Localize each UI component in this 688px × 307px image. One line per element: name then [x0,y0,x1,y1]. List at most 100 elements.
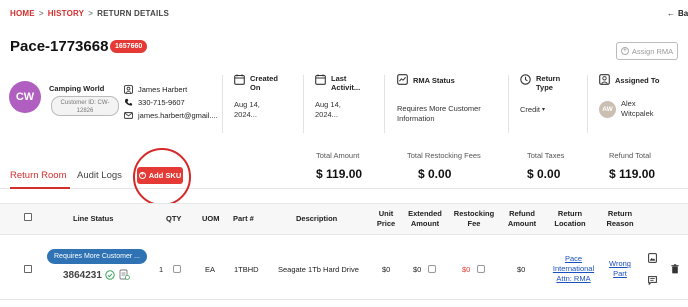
calendar-icon [315,74,326,92]
return-type-block: Return Type Credit ▾ [520,74,560,115]
created-on-label2: On [250,83,261,92]
divider [303,75,304,133]
return-reason-l1: Wrong [609,259,631,268]
contact-name: James Harbert [138,85,188,94]
trash-icon[interactable] [671,264,679,276]
tabs-divider [0,188,688,189]
row-unit-price: $0 [382,265,391,274]
user-icon [124,85,133,94]
breadcrumb-separator: > [88,9,94,18]
contact-phone[interactable]: 330-715-9607 [138,98,185,107]
row-uom: EA [205,265,216,274]
col-part: Part # [233,214,254,223]
active-tab-indicator [10,187,70,189]
assignee-name1: Alex [621,99,636,108]
divider [587,75,588,133]
refund-total-label: Refund Total [609,151,651,160]
col-return-location-l2: Location [554,219,586,228]
image-icon[interactable] [648,253,657,265]
customer-id-line1: Customer ID: CW- [60,100,110,106]
created-on-value1: Aug 14, [234,100,260,109]
row-description: Seagate 1Tb Hard Drive [278,265,359,274]
return-location-l3: Attn: RMA [556,274,591,283]
col-return-reason: Return Reason [602,209,638,229]
line-status-badge[interactable]: Requires More Customer ... [47,249,147,264]
rma-status-block: RMA Status Requires More Customer Inform… [397,74,481,124]
edit-icon[interactable] [477,265,485,273]
created-on-value2: 2024... [234,110,257,119]
col-return-reason-l1: Return [607,209,633,218]
assigned-to-block: Assigned To AW Alex Witcpalek [599,74,659,119]
customer-name: Camping World [49,84,105,93]
total-taxes-label: Total Taxes [527,151,565,160]
assigned-to-label: Assigned To [615,76,660,85]
plus-circle-icon: + [620,47,629,55]
tab-return-room[interactable]: Return Room [10,170,67,181]
tab-audit-logs[interactable]: Audit Logs [77,170,122,181]
col-restocking-fee: Restocking Fee [451,209,497,229]
page-title: Pace-1773668 [10,38,109,55]
rma-number-badge: 1657660 [110,40,148,53]
customer-id-pill: Customer ID: CW- 12826 [51,96,119,116]
col-restocking-l2: Fee [467,219,481,228]
row-qty: 1 [159,265,164,274]
row-refund-amount: $0 [517,265,526,274]
divider [384,75,385,133]
created-on-label1: Created [250,74,278,83]
mail-icon [124,111,133,120]
line-order-id: 3864231 [63,270,102,281]
row-part: 1TBHD [234,265,259,274]
breadcrumb-separator: > [38,9,44,18]
col-line-status: Line Status [73,214,114,223]
col-extended-l1: Extended [408,209,442,218]
col-extended-amount: Extended Amount [405,209,445,229]
row-return-location-link[interactable]: Pace International Attn: RMA [551,254,596,284]
check-circle-icon [105,270,115,282]
contact-block: James Harbert 330-715-9607 james.harbert… [124,83,218,122]
col-unit-price-l2: Price [376,219,396,228]
breadcrumb-home[interactable]: HOME [10,9,35,18]
divider [508,75,509,133]
col-extended-l2: Amount [410,219,440,228]
rma-status-label: RMA Status [413,76,455,85]
back-label: Back [678,9,688,18]
total-amount-value: $ 119.00 [316,167,363,181]
col-unit-price: Unit Price [372,209,400,229]
user-icon [599,74,610,87]
row-return-reason-link[interactable]: Wrong Part [606,259,634,279]
breadcrumb: HOME > HISTORY > RETURN DETAILS [10,9,169,18]
arrow-left-icon: ← [667,9,675,18]
total-restocking-label: Total Restocking Fees [407,151,481,160]
breadcrumb-history[interactable]: HISTORY [48,9,85,18]
assign-rma-label: Assign RMA [631,46,674,56]
contact-email[interactable]: james.harbert@gmail.... [138,111,218,120]
breadcrumb-current: RETURN DETAILS [97,9,170,18]
return-type-dropdown[interactable]: Credit ▾ [520,105,560,115]
assignee-name2: Witcpalek [621,109,654,118]
total-restocking-value: $ 0.00 [418,167,452,181]
return-type-value: Credit [520,105,541,114]
back-button[interactable]: ← Back [667,9,688,18]
select-all-checkbox[interactable] [24,213,32,221]
created-on-block: Created On Aug 14, 2024... [234,74,278,120]
last-activity-value2: 2024... [315,110,338,119]
clock-icon [520,74,531,92]
document-icon[interactable] [119,269,130,282]
rma-status-value1: Requires More Customer [397,104,481,113]
rma-status-value2: Information [397,114,435,123]
edit-icon[interactable] [428,265,436,273]
last-activity-block: Last Activit... Aug 14, 2024... [315,74,360,120]
assignee-avatar: AW [599,100,616,118]
col-return-location: Return Location [550,209,590,229]
col-unit-price-l1: Unit [378,209,394,218]
comment-icon[interactable] [648,276,657,287]
row-checkbox[interactable] [24,265,32,273]
last-activity-label1: Last [331,74,347,83]
return-type-label2: Type [536,83,553,92]
last-activity-value1: Aug 14, [315,100,341,109]
refund-total-value: $ 119.00 [609,167,656,181]
return-reason-l2: Part [613,269,627,278]
assign-rma-button[interactable]: + Assign RMA [616,42,678,60]
col-uom: UOM [202,214,220,223]
edit-icon[interactable] [173,265,181,273]
